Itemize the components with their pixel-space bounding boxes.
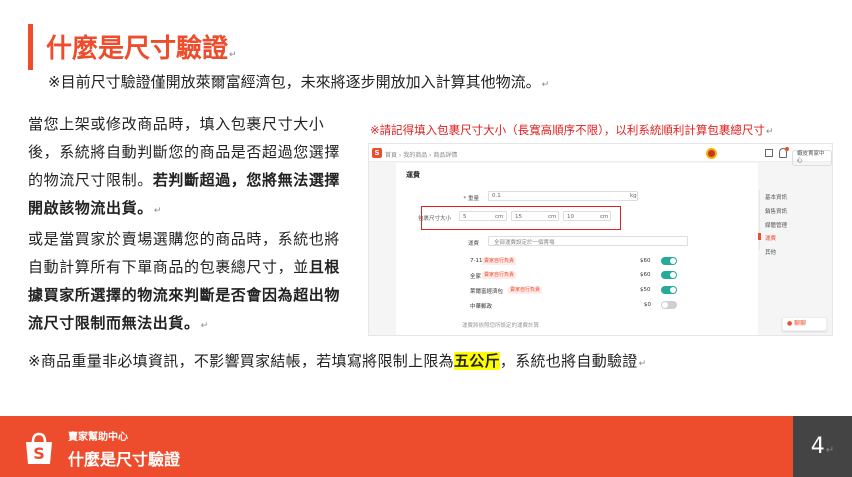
weight-limit-highlight: 五公斤: [453, 352, 500, 370]
weight-input: [488, 191, 638, 201]
side-nav-item: 基本資訊: [765, 195, 788, 201]
footer-section-label: 賣家幫助中心: [68, 432, 128, 443]
screenshot-top-bar: S 首頁 › 我的商品 › 商品詳情 蝦皮賣家中心: [369, 144, 832, 166]
shipping-label: 運費: [467, 241, 479, 247]
side-nav-active-marker: [758, 233, 761, 240]
shipping-row-price: $0: [644, 302, 651, 308]
shipping-toggle: [661, 286, 677, 294]
height-unit: cm: [600, 214, 609, 220]
width-value: 15: [515, 214, 522, 220]
width-unit: cm: [548, 214, 557, 220]
side-nav-item: 其他: [765, 250, 777, 256]
side-nav-item: 媒體管理: [765, 223, 788, 229]
side-nav-item: 銷售資訊: [765, 209, 788, 215]
paragraph-2: 或是當買家於賣場選購您的商品時，系統也將自動計算所有下單商品的包裹總尺寸，並且根…: [28, 230, 341, 332]
shipping-row-price: $60: [640, 272, 651, 278]
shipping-settings-screenshot: S 首頁 › 我的商品 › 商品詳情 蝦皮賣家中心 運費 * 重量 0.1 kg…: [368, 143, 833, 336]
length-value: 5: [463, 214, 467, 220]
shipping-row-name: 中華郵政: [470, 304, 493, 310]
breadcrumb: 首頁 › 我的商品 › 商品詳情: [385, 152, 458, 159]
notification-badge: [785, 147, 789, 151]
page-title: 什麼是尺寸驗證↵: [46, 34, 237, 64]
page-subtitle: ※目前尺寸驗證僅開放萊爾富經濟包，未來將逐步開放加入計算其他物流。↵: [48, 73, 550, 91]
svg-text:S: S: [33, 444, 45, 463]
size-label: 包裹尺寸大小: [418, 216, 452, 222]
weight-label: * 重量: [463, 196, 480, 202]
grid-icon: [765, 149, 773, 157]
avatar: [706, 148, 717, 159]
shopee-bag-icon: S: [26, 432, 52, 464]
shipping-toggle: [661, 257, 677, 265]
weight-value: 0.1: [492, 193, 501, 199]
weight-unit: kg: [630, 193, 637, 199]
shipping-heading: 運費: [406, 171, 420, 179]
shipping-row-price: $60: [640, 258, 651, 264]
shopee-logo-icon: S: [372, 148, 382, 158]
shipping-row-tag: 賣家自行負責: [482, 272, 517, 279]
shipping-note: 全部運費設定於一個賣場: [494, 240, 555, 246]
shipping-toggle: [661, 301, 677, 309]
chat-button: ● 聊聊: [782, 317, 827, 331]
shipping-row-tag: 賣家自行負責: [482, 258, 517, 265]
shipping-row-price: $50: [640, 287, 651, 293]
shipping-row-name: 萊爾富經濟包: [470, 289, 504, 295]
shipping-toggle: [661, 271, 677, 279]
page-number: 4↵: [810, 434, 835, 459]
size-reminder-note: ※請記得填入包裹尺寸大小（長寬高順序不限），以利系統順利計算包裹總尺寸↵: [370, 123, 774, 137]
weight-footnote: ※商品重量非必填資訊，不影響買家結帳，若填寫將限制上限為五公斤，系統也將自動驗證…: [28, 352, 647, 370]
shipping-row-name: 7-11: [470, 258, 483, 264]
paragraph-1: 當您上架或修改商品時，填入包裹尺寸大小後，系統將自動判斷您的商品是否超過您選擇的…: [28, 115, 341, 217]
seller-center-label: 蝦皮賣家中心: [792, 150, 832, 166]
height-value: 10: [567, 214, 574, 220]
shipping-footer-note: 運費將依照您所設定的運費計算: [462, 323, 540, 329]
shipping-row-name: 全家: [470, 274, 482, 280]
shipping-row-tag: 賣家自行負責: [508, 287, 543, 294]
length-unit: cm: [495, 214, 504, 220]
side-nav-line: [759, 190, 760, 250]
title-accent-bar: [28, 24, 33, 70]
body-text: 當您上架或修改商品時，填入包裹尺寸大小後，系統將自動判斷您的商品是否超過您選擇的…: [28, 110, 346, 340]
footer-title: 什麼是尺寸驗證: [68, 450, 181, 469]
side-nav-item-active: 運費: [765, 236, 777, 242]
shipping-card: 運費 * 重量 0.1 kg 包裹尺寸大小 5 cm 15 cm 10 cm 運…: [396, 163, 758, 335]
